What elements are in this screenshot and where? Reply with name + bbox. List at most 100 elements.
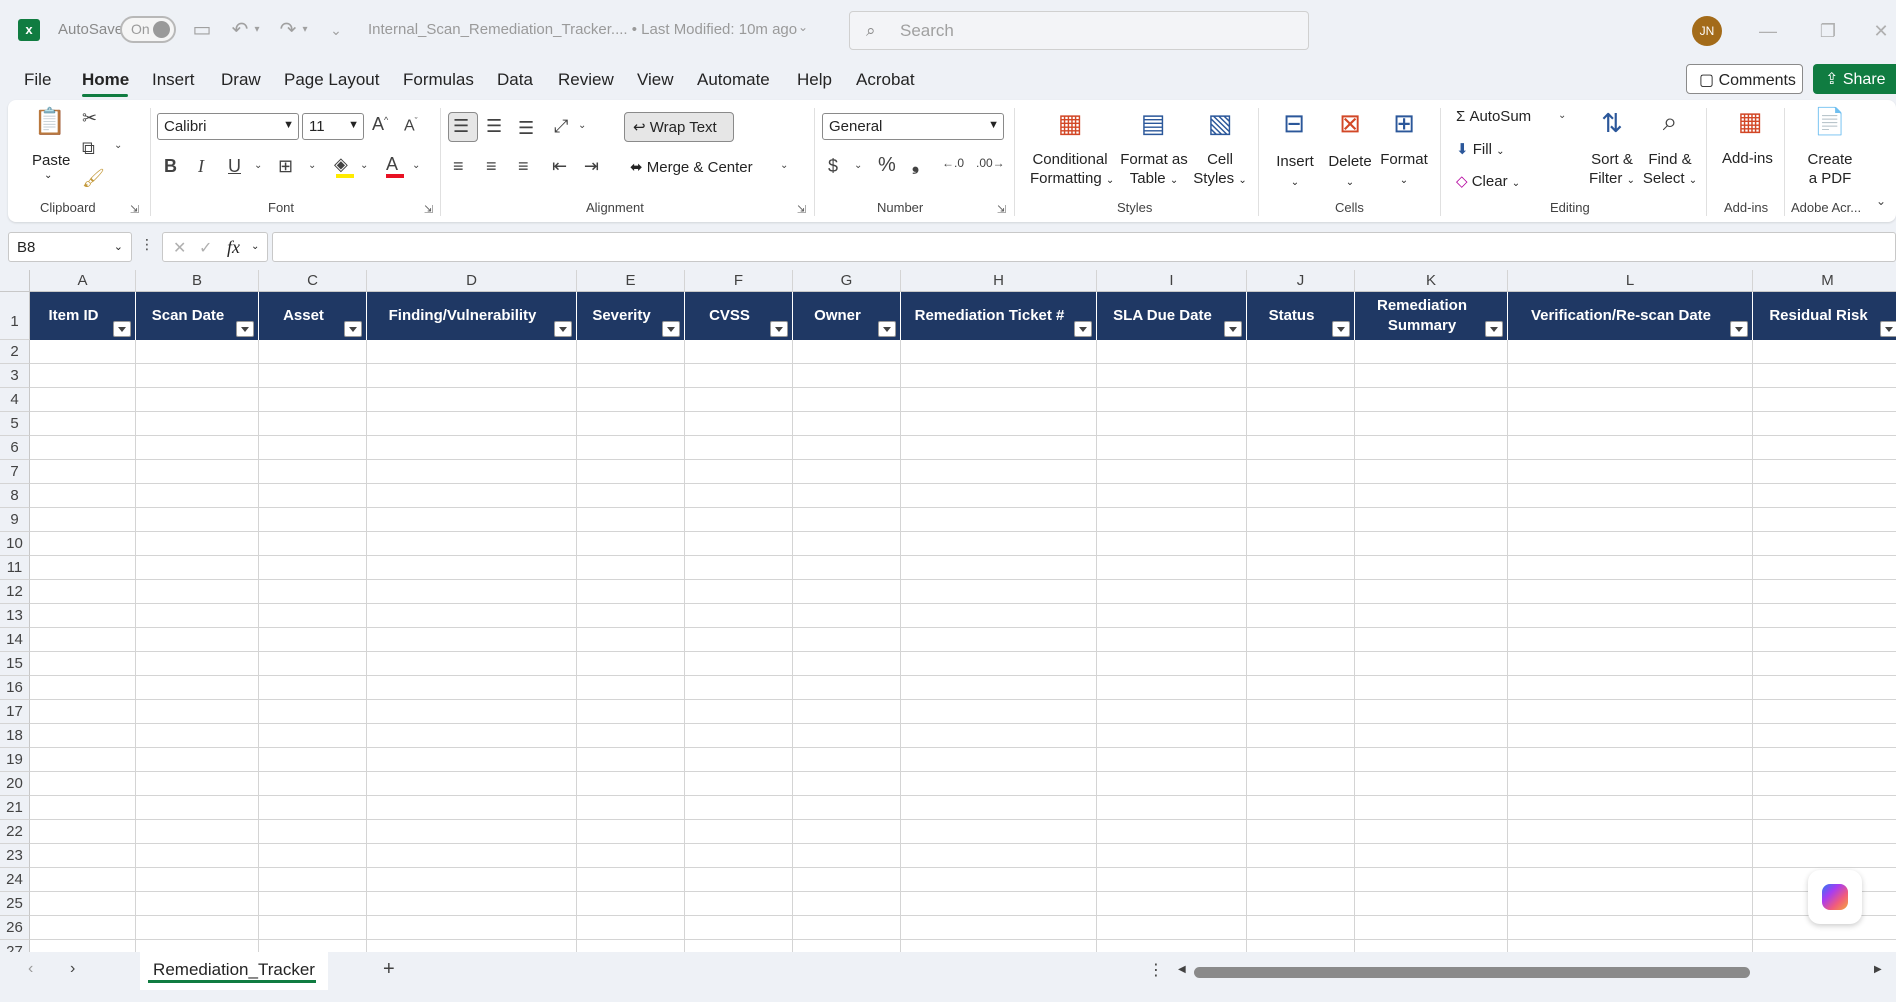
cell-a12[interactable]: [30, 580, 136, 604]
merge-dropdown-icon[interactable]: ⌄: [780, 160, 788, 171]
font-color-icon[interactable]: A: [386, 154, 398, 175]
comments-button[interactable]: ▢ Comments: [1686, 64, 1803, 94]
autosave-toggle[interactable]: On: [120, 16, 176, 43]
filter-dropdown-icon[interactable]: [113, 321, 131, 337]
cell-f12[interactable]: [685, 580, 793, 604]
cell-e22[interactable]: [577, 820, 685, 844]
row-header-25[interactable]: 25: [0, 892, 30, 916]
cell-l14[interactable]: [1508, 628, 1753, 652]
table-header-cell[interactable]: Scan Date: [136, 292, 259, 340]
row-header-1[interactable]: 1: [0, 292, 30, 340]
cell-b6[interactable]: [136, 436, 259, 460]
cell-e17[interactable]: [577, 700, 685, 724]
filter-dropdown-icon[interactable]: [236, 321, 254, 337]
row-header-2[interactable]: 2: [0, 340, 30, 364]
filter-dropdown-icon[interactable]: [1332, 321, 1350, 337]
sort-filter-button[interactable]: Sort & Filter ⌄: [1586, 150, 1638, 190]
cell-d7[interactable]: [367, 460, 577, 484]
filter-dropdown-icon[interactable]: [1074, 321, 1092, 337]
tab-review[interactable]: Review: [558, 70, 614, 90]
cell-a17[interactable]: [30, 700, 136, 724]
cell-g27[interactable]: [793, 940, 901, 952]
format-cells-icon[interactable]: ⊞: [1384, 108, 1424, 139]
cell-d4[interactable]: [367, 388, 577, 412]
cell-f5[interactable]: [685, 412, 793, 436]
cell-c16[interactable]: [259, 676, 367, 700]
cell-d22[interactable]: [367, 820, 577, 844]
cell-i24[interactable]: [1097, 868, 1247, 892]
cell-m17[interactable]: [1753, 700, 1896, 724]
insert-cells-button[interactable]: Insert ⌄: [1275, 152, 1315, 192]
cell-a3[interactable]: [30, 364, 136, 388]
row-header-19[interactable]: 19: [0, 748, 30, 772]
avatar[interactable]: JN: [1692, 16, 1722, 46]
tab-acrobat[interactable]: Acrobat: [856, 70, 915, 90]
cell-h12[interactable]: [901, 580, 1097, 604]
insert-cells-icon[interactable]: ⊟: [1274, 108, 1314, 139]
cell-m15[interactable]: [1753, 652, 1896, 676]
cell-l26[interactable]: [1508, 916, 1753, 940]
select-all-corner[interactable]: [0, 270, 30, 292]
cell-h4[interactable]: [901, 388, 1097, 412]
cell-k3[interactable]: [1355, 364, 1508, 388]
cell-g12[interactable]: [793, 580, 901, 604]
cell-h26[interactable]: [901, 916, 1097, 940]
find-select-icon[interactable]: ⌕: [1650, 106, 1690, 138]
cell-l5[interactable]: [1508, 412, 1753, 436]
cell-e10[interactable]: [577, 532, 685, 556]
cell-f3[interactable]: [685, 364, 793, 388]
cell-g22[interactable]: [793, 820, 901, 844]
cell-m21[interactable]: [1753, 796, 1896, 820]
cell-i27[interactable]: [1097, 940, 1247, 952]
cell-a18[interactable]: [30, 724, 136, 748]
cell-a24[interactable]: [30, 868, 136, 892]
delete-cells-icon[interactable]: ⊠: [1330, 108, 1370, 139]
number-format-select[interactable]: General ▼: [822, 113, 1004, 140]
cell-b25[interactable]: [136, 892, 259, 916]
cell-d19[interactable]: [367, 748, 577, 772]
delete-cells-button[interactable]: Delete ⌄: [1326, 152, 1374, 192]
cell-k14[interactable]: [1355, 628, 1508, 652]
cell-k27[interactable]: [1355, 940, 1508, 952]
decrease-font-size-icon[interactable]: Aˇ: [404, 116, 418, 135]
create-pdf-button[interactable]: Create a PDF: [1806, 150, 1854, 188]
cell-a7[interactable]: [30, 460, 136, 484]
cell-i9[interactable]: [1097, 508, 1247, 532]
cell-f11[interactable]: [685, 556, 793, 580]
search-box[interactable]: ⌕ Search: [849, 11, 1309, 50]
cell-g10[interactable]: [793, 532, 901, 556]
cell-b9[interactable]: [136, 508, 259, 532]
cell-i8[interactable]: [1097, 484, 1247, 508]
filter-dropdown-icon[interactable]: [878, 321, 896, 337]
alignment-dialog-launcher-icon[interactable]: ⇲: [797, 203, 806, 216]
cell-c22[interactable]: [259, 820, 367, 844]
cell-l10[interactable]: [1508, 532, 1753, 556]
cell-e19[interactable]: [577, 748, 685, 772]
cell-h14[interactable]: [901, 628, 1097, 652]
cell-b10[interactable]: [136, 532, 259, 556]
format-painter-icon[interactable]: 🖌: [82, 168, 105, 189]
orientation-icon[interactable]: ⤢: [554, 116, 568, 137]
cell-k12[interactable]: [1355, 580, 1508, 604]
bottom-align-icon[interactable]: ☰: [518, 118, 534, 139]
table-header-cell[interactable]: Residual Risk: [1753, 292, 1896, 340]
row-header-9[interactable]: 9: [0, 508, 30, 532]
cell-c5[interactable]: [259, 412, 367, 436]
cell-k5[interactable]: [1355, 412, 1508, 436]
cell-b12[interactable]: [136, 580, 259, 604]
cell-f17[interactable]: [685, 700, 793, 724]
cell-l3[interactable]: [1508, 364, 1753, 388]
fill-color-icon[interactable]: ◈: [334, 154, 348, 175]
cell-l23[interactable]: [1508, 844, 1753, 868]
tab-page-layout[interactable]: Page Layout: [284, 70, 379, 90]
cell-styles-icon[interactable]: ▧: [1200, 108, 1240, 139]
insert-function-icon[interactable]: fx: [227, 237, 240, 258]
cell-e27[interactable]: [577, 940, 685, 952]
cell-a11[interactable]: [30, 556, 136, 580]
save-icon[interactable]: ▭: [188, 16, 216, 44]
cell-c15[interactable]: [259, 652, 367, 676]
row-header-24[interactable]: 24: [0, 868, 30, 892]
cell-g20[interactable]: [793, 772, 901, 796]
row-header-3[interactable]: 3: [0, 364, 30, 388]
cell-m13[interactable]: [1753, 604, 1896, 628]
